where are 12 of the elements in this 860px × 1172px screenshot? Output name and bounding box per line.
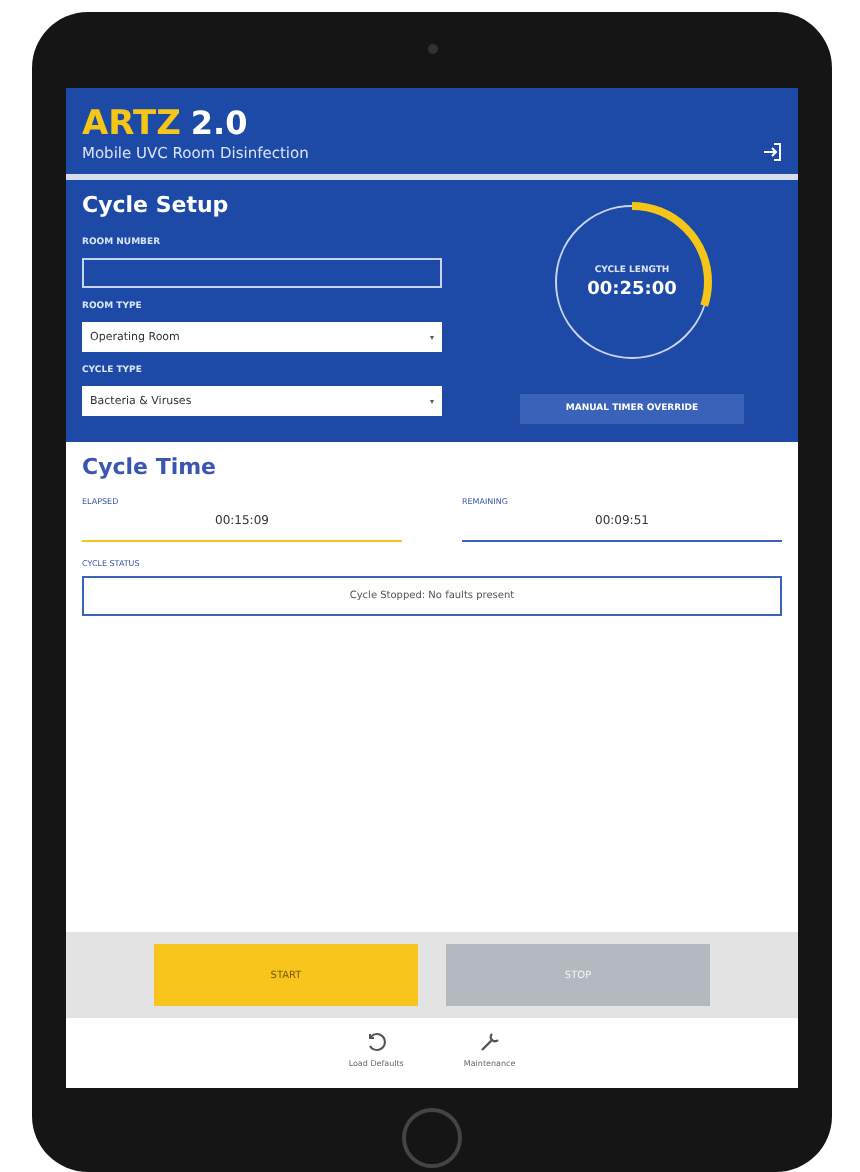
section-title: Cycle Setup bbox=[82, 192, 231, 218]
logout-icon[interactable] bbox=[762, 142, 782, 162]
undo-icon[interactable] bbox=[366, 1032, 387, 1052]
logo-name: ARTZ bbox=[82, 104, 181, 144]
section-title: Cycle Time bbox=[82, 454, 219, 480]
room-number-field[interactable] bbox=[82, 258, 442, 288]
logo-version: 2.0 bbox=[190, 104, 248, 142]
camera-icon bbox=[427, 44, 437, 54]
timer-value: 00:25:00 bbox=[587, 279, 677, 299]
caret-icon bbox=[430, 335, 434, 339]
caret-icon bbox=[430, 399, 434, 403]
wrench-icon[interactable] bbox=[479, 1032, 500, 1052]
